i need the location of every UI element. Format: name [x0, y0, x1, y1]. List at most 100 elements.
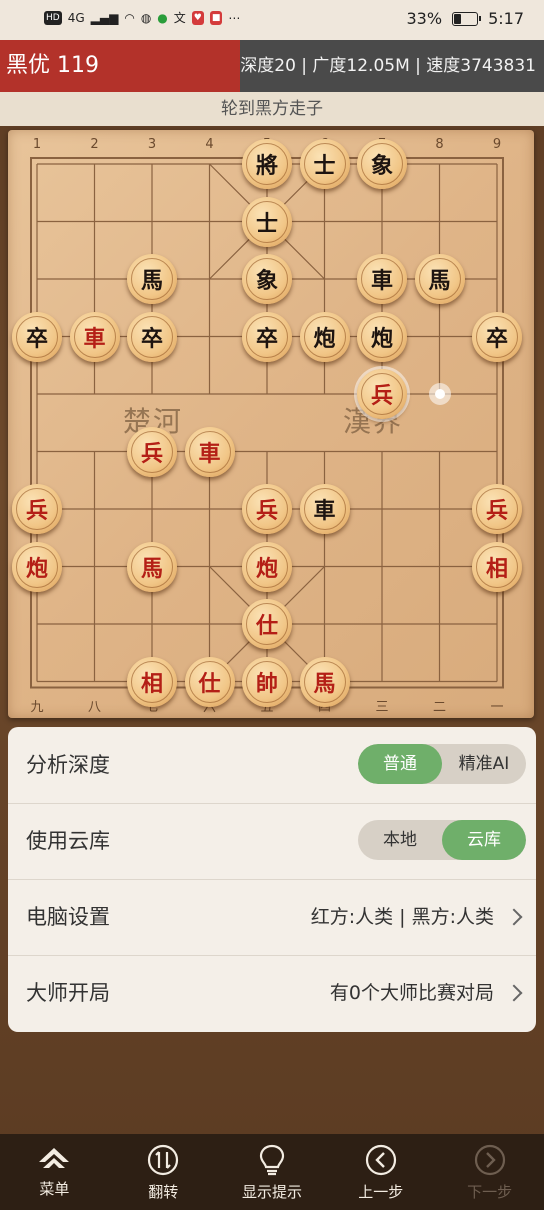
- red-piece[interactable]: 兵: [12, 484, 62, 534]
- black-piece[interactable]: 士: [299, 139, 350, 189]
- red-piece[interactable]: 帥: [242, 656, 292, 707]
- menu-icon: [39, 1147, 70, 1168]
- black-piece[interactable]: 炮: [299, 311, 350, 362]
- red-piece[interactable]: 車: [184, 426, 235, 477]
- red-piece[interactable]: 兵: [357, 369, 407, 419]
- piece-character: 炮: [246, 545, 288, 588]
- black-piece[interactable]: 士: [242, 196, 292, 247]
- master-openings-row[interactable]: 大师开局 有0个大师比赛对局: [8, 955, 536, 1031]
- red-piece[interactable]: 馬: [127, 541, 177, 592]
- next-move-label: 下一步: [467, 1182, 513, 1201]
- battery-icon: [452, 11, 482, 26]
- red-piece[interactable]: 仕: [242, 599, 292, 649]
- black-piece[interactable]: 馬: [127, 254, 177, 304]
- hd-icon: HD: [44, 10, 62, 25]
- red-piece[interactable]: 炮: [242, 541, 292, 592]
- piece-character: 卒: [246, 315, 288, 358]
- red-piece[interactable]: 相: [472, 541, 522, 592]
- piece-character: 兵: [246, 488, 288, 530]
- master-openings-label: 大师开局: [26, 981, 110, 1005]
- piece-character: 馬: [131, 545, 173, 588]
- status-icons: HD 4G ▂▄▆ ◠ ◍ ● 文 ♥ ■ ⋯: [44, 9, 240, 26]
- turn-indicator: 轮到黑方走子: [0, 92, 544, 126]
- black-piece[interactable]: 卒: [242, 311, 292, 362]
- cloud-library-toggle[interactable]: 本地 云库: [358, 820, 526, 860]
- computer-settings-row[interactable]: 电脑设置 红方:人类 | 黑方:人类: [8, 879, 536, 956]
- red-piece[interactable]: 仕: [184, 656, 235, 707]
- menu-label: 菜单: [39, 1179, 70, 1198]
- black-piece[interactable]: 將: [242, 139, 292, 189]
- piece-character: 相: [476, 545, 518, 588]
- settings-panel: 分析深度 普通 精准AI 使用云库 本地 云库 电脑设置 红方:人类 | 黑方:…: [8, 727, 536, 1032]
- evaluation-score: 黑优 119: [0, 40, 240, 92]
- file-label-top: 8: [435, 137, 444, 152]
- piece-character: 車: [73, 315, 116, 358]
- black-piece[interactable]: 卒: [12, 311, 62, 362]
- black-piece[interactable]: 卒: [127, 311, 177, 362]
- piece-character: 兵: [16, 488, 58, 530]
- flip-button[interactable]: 翻转: [109, 1134, 218, 1210]
- file-label-bottom: 三: [375, 699, 389, 715]
- piece-character: 相: [131, 660, 173, 703]
- move-target-marker[interactable]: [428, 383, 451, 405]
- cloud-library-row: 使用云库 本地 云库: [8, 803, 536, 880]
- clock: 5:17: [488, 9, 524, 28]
- app-icon-2: ■: [209, 10, 223, 25]
- red-piece[interactable]: 馬: [299, 656, 350, 707]
- black-piece[interactable]: 車: [357, 254, 407, 304]
- chevron-right-icon: [505, 984, 523, 1002]
- piece-character: 仕: [246, 603, 288, 645]
- piece-character: 帥: [246, 660, 288, 703]
- menu-button[interactable]: 菜单: [0, 1134, 109, 1210]
- network-type-icon: 4G: [67, 10, 85, 25]
- hint-button[interactable]: 显示提示: [218, 1134, 327, 1210]
- piece-character: 馬: [131, 258, 173, 300]
- chess-board[interactable]: 楚河 漢界 123456789九八七六五四三二一將士象士馬象車馬卒車卒卒炮炮卒兵…: [8, 130, 534, 718]
- piece-character: 車: [188, 430, 231, 473]
- file-label-bottom: 一: [490, 699, 504, 715]
- black-piece[interactable]: 炮: [357, 311, 407, 362]
- master-openings-value: 有0个大师比赛对局: [329, 982, 494, 1004]
- prev-move-label: 上一步: [358, 1182, 404, 1201]
- engine-info-bar: 黑优 119 深度20 | 广度12.05M | 速度3743831: [0, 40, 544, 92]
- app-icon-1: ♥: [191, 10, 204, 25]
- red-piece[interactable]: 相: [127, 656, 177, 707]
- piece-character: 卒: [476, 315, 518, 358]
- red-piece[interactable]: 炮: [12, 541, 62, 592]
- red-piece[interactable]: 兵: [472, 484, 522, 534]
- piece-character: 卒: [131, 315, 173, 358]
- black-piece[interactable]: 車: [299, 484, 350, 534]
- red-piece[interactable]: 兵: [127, 426, 177, 477]
- file-label-bottom: 二: [432, 699, 446, 715]
- black-piece[interactable]: 象: [357, 139, 407, 189]
- depth-option-precise-ai[interactable]: 精准AI: [442, 744, 526, 784]
- red-piece[interactable]: 車: [69, 311, 120, 362]
- wifi-icon: ◠: [124, 10, 135, 25]
- prev-move-button[interactable]: 上一步: [326, 1134, 435, 1210]
- next-move-button[interactable]: 下一步: [435, 1134, 544, 1210]
- translate-icon: 文: [173, 11, 186, 25]
- analysis-depth-row: 分析深度 普通 精准AI: [8, 727, 536, 804]
- chevron-left-circle-icon: [365, 1144, 396, 1175]
- black-piece[interactable]: 馬: [414, 254, 465, 304]
- cloud-option-local[interactable]: 本地: [358, 820, 442, 860]
- file-label-top: 1: [32, 137, 42, 152]
- engine-stats: 深度20 | 广度12.05M | 速度3743831: [240, 56, 536, 76]
- analysis-depth-toggle[interactable]: 普通 精准AI: [358, 744, 526, 784]
- more-icon: ⋯: [228, 10, 241, 25]
- file-label-top: 3: [147, 137, 157, 152]
- computer-settings-value-wrap: 红方:人类 | 黑方:人类: [311, 879, 523, 955]
- cloud-library-label: 使用云库: [26, 829, 110, 853]
- black-piece[interactable]: 卒: [472, 311, 522, 362]
- piece-character: 卒: [16, 315, 58, 358]
- cloud-option-cloud[interactable]: 云库: [442, 820, 526, 860]
- red-piece[interactable]: 兵: [242, 484, 292, 534]
- chevron-right-icon: [505, 908, 523, 926]
- file-label-top: 4: [205, 137, 214, 152]
- chevron-right-circle-icon: [474, 1144, 505, 1175]
- piece-character: 車: [303, 488, 346, 530]
- black-piece[interactable]: 象: [242, 254, 292, 304]
- depth-option-normal[interactable]: 普通: [358, 744, 442, 784]
- analysis-depth-label: 分析深度: [26, 753, 110, 777]
- piece-character: 馬: [303, 660, 346, 703]
